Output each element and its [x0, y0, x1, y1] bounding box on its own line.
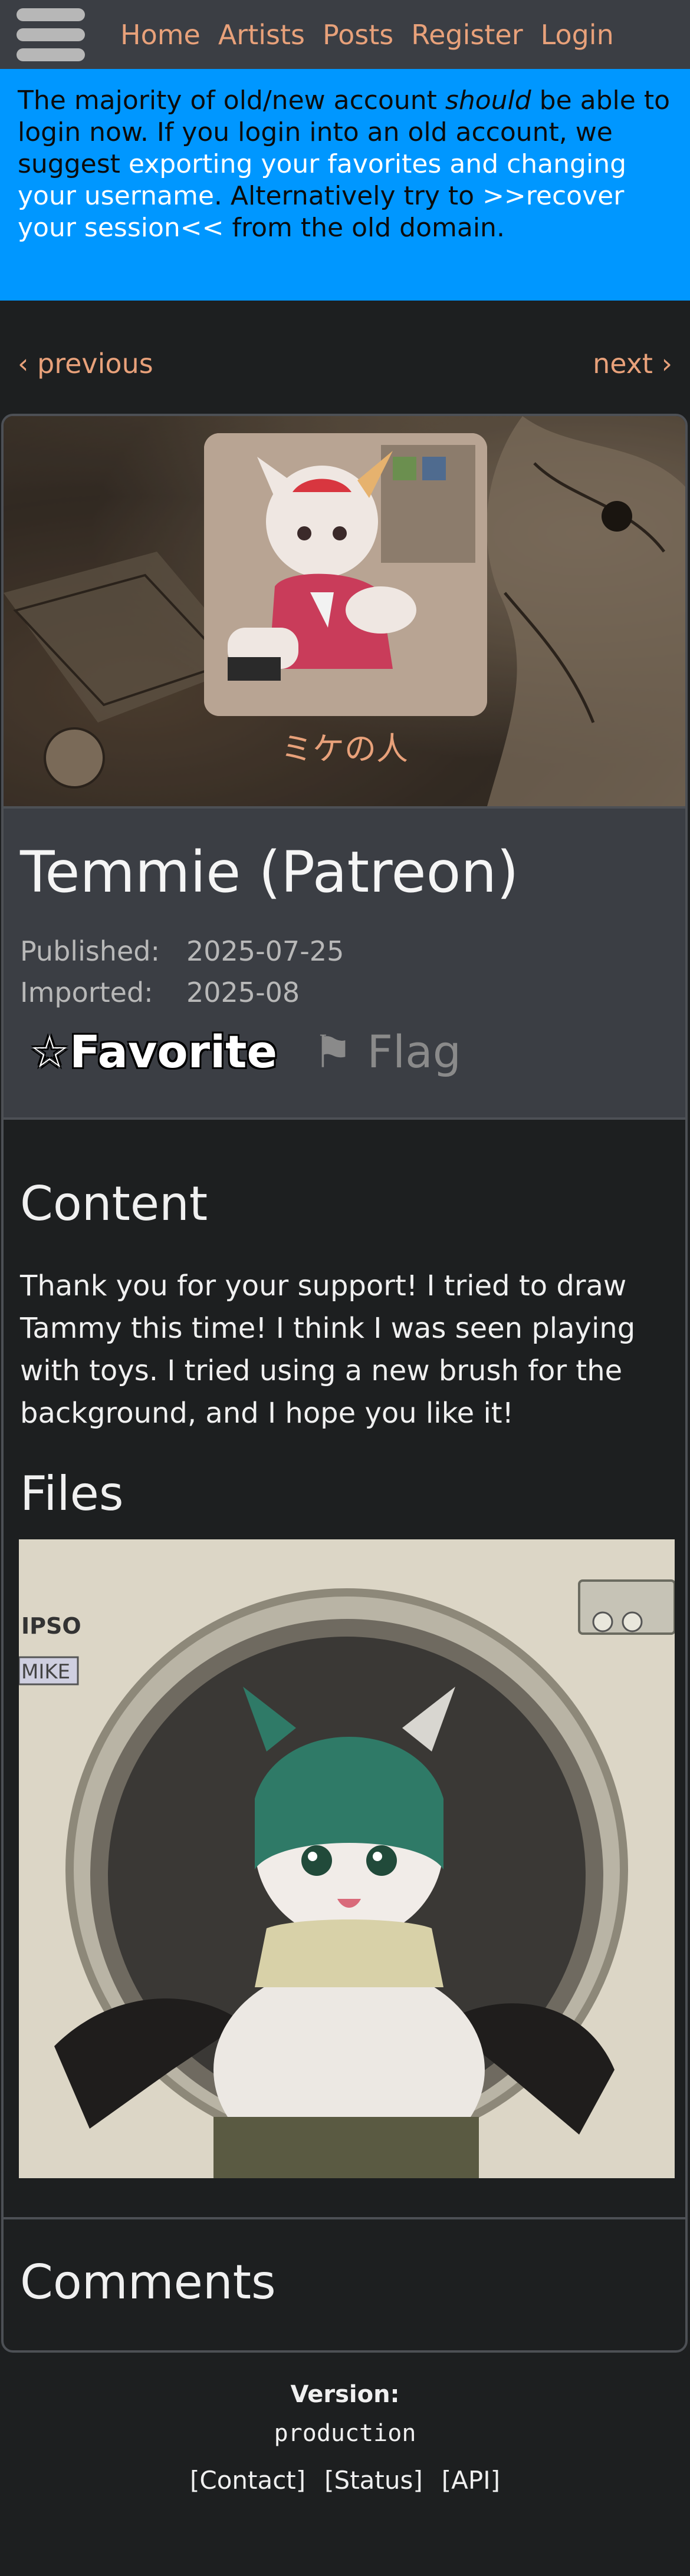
nav-register-link[interactable]: Register	[411, 19, 523, 51]
file-artwork: IPSO MIKE	[19, 1539, 675, 2178]
files-heading: Files	[20, 1466, 124, 1521]
api-link[interactable]: [API]	[442, 2466, 500, 2495]
announcement-emphasis: should	[445, 85, 531, 116]
imported-row: Imported: 2025-08	[20, 977, 300, 1008]
menu-icon[interactable]	[17, 8, 85, 61]
paginator: ‹ previous next ›	[0, 348, 690, 389]
status-link[interactable]: [Status]	[324, 2466, 423, 2495]
comments-heading: Comments	[20, 2255, 276, 2310]
comments-section: Comments	[4, 2217, 685, 2350]
nav-artists-link[interactable]: Artists	[218, 19, 305, 51]
artist-name-link[interactable]: ミケの人	[4, 723, 685, 769]
nav-links: Home Artists Posts Register Login	[120, 0, 614, 69]
svg-text:IPSO: IPSO	[21, 1613, 81, 1639]
announcement-banner: The majority of old/new account should b…	[0, 69, 690, 301]
nav-login-link[interactable]: Login	[541, 19, 614, 51]
next-post-link[interactable]: next ›	[593, 348, 672, 380]
post-card: ミケの人 Temmie (Patreon) Published: 2025-07…	[1, 414, 688, 2353]
post-title: Temmie (Patreon)	[20, 839, 519, 905]
footer-links: [Contact] [Status] [API]	[0, 2466, 690, 2495]
avatar-artwork	[204, 433, 487, 716]
svg-text:MIKE: MIKE	[21, 1660, 70, 1684]
announcement-text: from the old domain.	[224, 213, 505, 243]
top-navigation: Home Artists Posts Register Login	[0, 0, 690, 69]
footer: Version: production [Contact] [Status] […	[0, 2381, 690, 2495]
contact-link[interactable]: [Contact]	[190, 2466, 305, 2495]
post-content-text: Thank you for your support! I tried to d…	[20, 1269, 636, 1430]
previous-post-link[interactable]: ‹ previous	[18, 348, 153, 380]
artist-avatar[interactable]	[204, 433, 487, 716]
imported-value: 2025-08	[186, 977, 300, 1008]
announcement-text: The majority of old/new account	[18, 85, 445, 116]
post-file-image[interactable]: IPSO MIKE	[19, 1539, 675, 2178]
nav-home-link[interactable]: Home	[120, 19, 201, 51]
version-label: Version:	[290, 2381, 400, 2408]
post-actions: ☆Favorite ⚑ Flag	[29, 1025, 461, 1078]
published-value: 2025-07-25	[186, 935, 344, 967]
version-value: production	[274, 2420, 416, 2447]
favorite-button[interactable]: ☆Favorite	[29, 1025, 277, 1078]
imported-label: Imported:	[20, 977, 153, 1008]
published-label: Published:	[20, 935, 160, 967]
post-info: Temmie (Patreon) Published: 2025-07-25 I…	[4, 806, 685, 1120]
nav-posts-link[interactable]: Posts	[323, 19, 393, 51]
flag-button[interactable]: ⚑ Flag	[313, 1025, 461, 1078]
announcement-text: . Alternatively try to	[213, 181, 483, 211]
published-row: Published: 2025-07-25	[20, 935, 344, 967]
content-heading: Content	[20, 1176, 208, 1231]
